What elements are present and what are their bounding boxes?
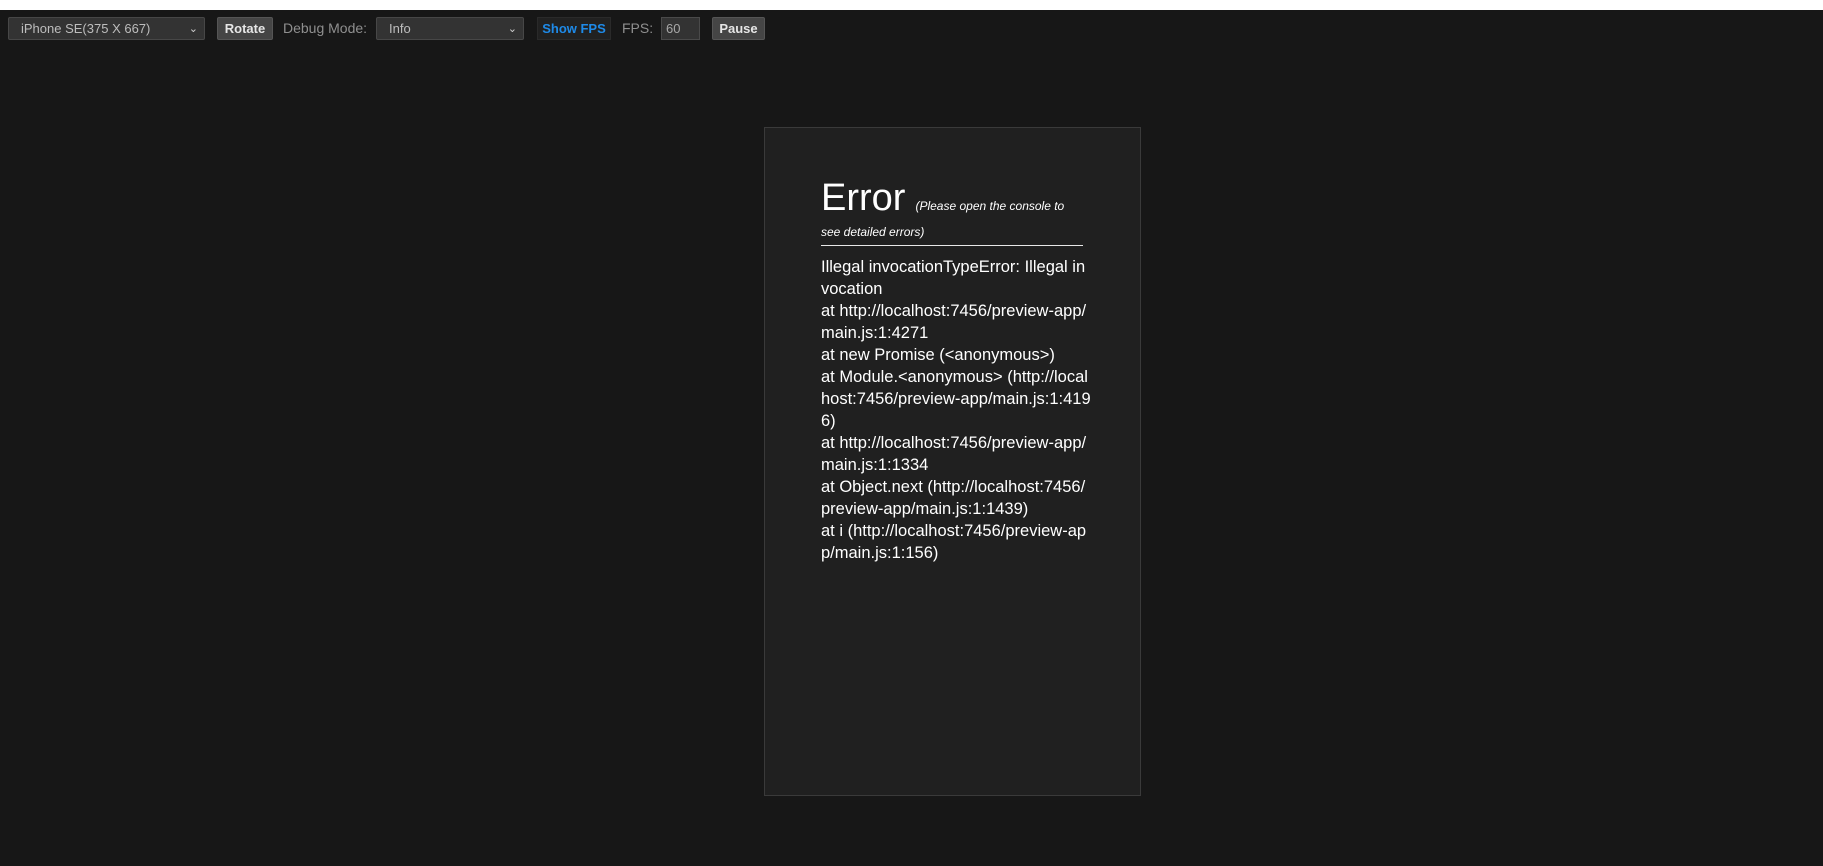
chevron-down-icon: ⌄: [188, 23, 198, 35]
stack-line: at http://localhost:7456/preview-app/mai…: [821, 302, 1087, 342]
pause-button[interactable]: Pause: [712, 17, 765, 40]
fps-input[interactable]: 60: [661, 17, 700, 40]
stack-line: at Object.next (http://localhost:7456/pr…: [821, 478, 1086, 518]
stack-line: at http://localhost:7456/preview-app/mai…: [821, 434, 1087, 474]
error-details: Illegal invocationTypeError: Illegal inv…: [821, 256, 1093, 564]
show-fps-button[interactable]: Show FPS: [537, 17, 611, 40]
device-select-value: iPhone SE(375 X 667): [21, 21, 151, 36]
top-window-strip: [0, 0, 1823, 10]
debug-mode-select[interactable]: Info ⌄: [376, 17, 524, 40]
stack-line: at new Promise (<anonymous>): [821, 346, 1055, 364]
preview-toolbar: iPhone SE(375 X 667) ⌄ Rotate Debug Mode…: [0, 10, 1823, 46]
error-title: Error: [821, 177, 906, 219]
debug-mode-value: Info: [389, 21, 411, 36]
device-preview-frame: Error (Please open the console to see det…: [764, 127, 1141, 796]
stack-line: at i (http://localhost:7456/preview-app/…: [821, 522, 1087, 562]
rotate-button[interactable]: Rotate: [217, 17, 273, 40]
error-message: Illegal invocationTypeError: Illegal inv…: [821, 258, 1086, 298]
stack-line: at Module.<anonymous> (http://localhost:…: [821, 368, 1091, 430]
debug-mode-label: Debug Mode:: [283, 20, 368, 36]
chevron-down-icon: ⌄: [507, 23, 517, 35]
fps-label: FPS:: [622, 20, 654, 36]
error-header: Error (Please open the console to see det…: [821, 176, 1083, 246]
device-select[interactable]: iPhone SE(375 X 667) ⌄: [8, 17, 205, 40]
